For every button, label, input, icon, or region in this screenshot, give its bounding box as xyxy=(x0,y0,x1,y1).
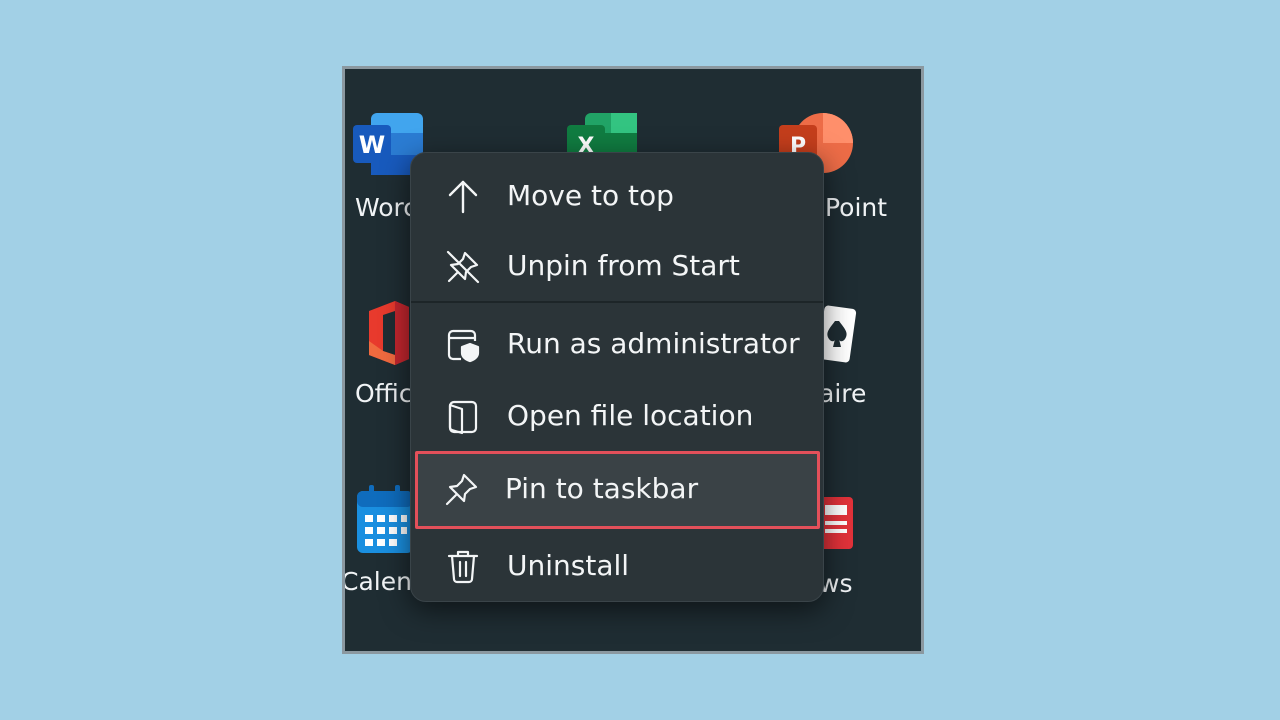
shield-window-icon xyxy=(445,327,481,363)
pin-icon xyxy=(443,472,479,508)
menu-item-label: Unpin from Start xyxy=(507,249,740,282)
tile-powerpoint-label: Point xyxy=(825,193,888,222)
menu-item-uninstall[interactable]: Uninstall xyxy=(417,535,817,597)
office-icon xyxy=(361,297,417,373)
menu-item-label: Open file location xyxy=(507,399,754,432)
svg-text:W: W xyxy=(359,131,385,159)
arrow-up-icon xyxy=(445,179,481,215)
tile-solitaire-label: aire xyxy=(819,379,867,408)
menu-separator xyxy=(411,301,823,303)
solitaire-icon xyxy=(817,299,859,373)
menu-item-label: Run as administrator xyxy=(507,327,800,360)
menu-item-move-to-top[interactable]: Move to top xyxy=(417,165,817,227)
menu-item-open-file-location[interactable]: Open file location xyxy=(417,385,817,447)
calendar-icon xyxy=(355,485,415,559)
menu-item-run-as-administrator[interactable]: Run as administrator xyxy=(417,313,817,375)
news-icon xyxy=(819,493,859,557)
trash-icon xyxy=(445,549,481,585)
menu-item-pin-to-taskbar[interactable]: Pin to taskbar xyxy=(415,451,820,529)
menu-item-unpin-from-start[interactable]: Unpin from Start xyxy=(417,235,817,297)
tile-office-label: Offic xyxy=(355,379,413,408)
context-menu: Move to top Unpin from Start Run as admi… xyxy=(410,152,824,602)
tile-word-label: Worc xyxy=(355,193,418,222)
menu-item-label: Uninstall xyxy=(507,549,630,582)
unpin-icon xyxy=(445,249,481,285)
menu-item-label: Move to top xyxy=(507,179,674,212)
menu-item-label: Pin to taskbar xyxy=(505,472,699,505)
folder-open-icon xyxy=(445,399,481,435)
tile-news-label: ws xyxy=(819,569,853,598)
